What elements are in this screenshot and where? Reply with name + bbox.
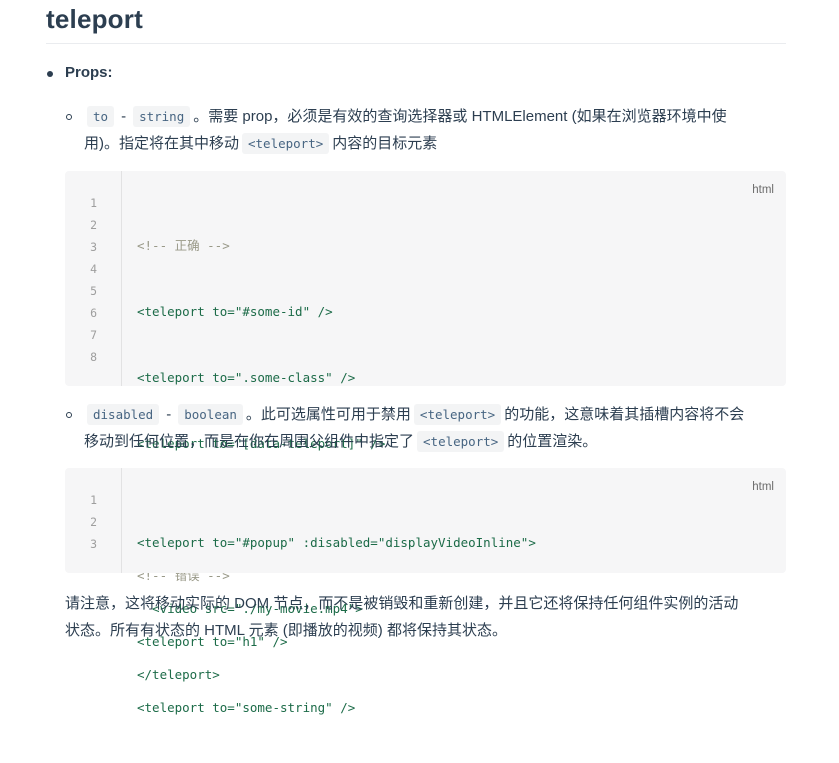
note-line-1: 请注意，这将移动实际的 DOM 节点，而不是被销毁和重新创建，并且它还将保持任何… (65, 595, 739, 612)
line-numbers: 1 2 3 4 5 6 7 8 (90, 196, 97, 364)
prop-disabled-description: disabled - boolean 。此可选属性可用于禁用 <teleport> 的功能… (84, 401, 784, 455)
code-block-to-examples: html 1 2 3 4 5 6 7 8 <!-- 正确 --> <telepo… (65, 171, 786, 715)
prop-to-description: to - string 。需要 prop，必须是有效的查询选择器或 HTMLEleme… (84, 103, 784, 157)
prop-disabled-desc-4: 的位置渲染。 (507, 433, 598, 450)
prop-to-desc-1: 。需要 prop，必须是有效的查询选择器或 HTMLElement (如果在浏览… (193, 108, 727, 125)
code-block-disabled-example: html 1 2 3 <teleport to="#popup" :disabl… (65, 468, 786, 682)
code-line: <teleport to="#popup" :disabled="display… (137, 535, 536, 550)
code-language-label: html (752, 184, 774, 196)
prop-type-string: string (133, 106, 191, 127)
dash: - (166, 406, 172, 423)
prop-disabled-desc-1: 。此可选属性可用于禁用 (245, 406, 411, 423)
code-line: <teleport to="#some-id" /> (137, 304, 333, 319)
note-paragraph: 请注意，这将移动实际的 DOM 节点，而不是被销毁和重新创建，并且它还将保持任何… (65, 590, 790, 644)
props-label: Props: (65, 64, 113, 81)
page-heading: teleport (46, 4, 143, 34)
code-line: <!-- 正确 --> (137, 238, 230, 253)
list-bullet (47, 71, 53, 77)
inline-code-teleport: <teleport> (417, 431, 505, 452)
line-numbers: 1 2 3 (90, 493, 97, 551)
prop-to-desc-3: 内容的目标元素 (332, 135, 438, 152)
prop-to-desc-2: 用)。指定将在其中移动 (84, 135, 239, 152)
inline-code-teleport: <teleport> (413, 404, 502, 425)
prop-name-disabled: disabled (87, 404, 160, 425)
inline-code-teleport: <teleport> (242, 133, 330, 154)
code-language-label: html (752, 481, 774, 493)
code-line: <teleport to=".some-class" /> (137, 370, 356, 385)
prop-type-boolean: boolean (178, 404, 243, 425)
prop-name-to: to (87, 106, 115, 127)
sublist-bullet (66, 412, 72, 418)
prop-disabled-desc-3: 移动到任何位置，而是在你在周围父组件中指定了 (84, 433, 415, 450)
prop-disabled-desc-2: 的功能，这意味着其插槽内容将不会 (504, 406, 745, 423)
code-line: </teleport> (137, 667, 220, 682)
sublist-bullet (66, 114, 72, 120)
dash: - (121, 108, 127, 125)
note-line-2: 状态。所有有状态的 HTML 元素 (即播放的视频) 都将保持其状态。 (65, 622, 507, 639)
heading-divider (46, 43, 786, 44)
